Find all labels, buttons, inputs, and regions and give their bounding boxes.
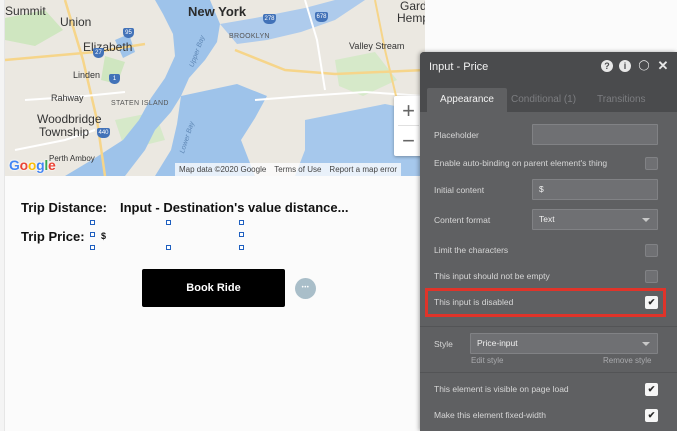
google-logo: Google	[9, 157, 56, 173]
map-label-brooklyn: BROOKLYN	[229, 33, 270, 40]
map-element[interactable]: Summit Union New York Hemp Garden Elizab…	[5, 0, 425, 176]
visible-on-load-label: This element is visible on page load	[434, 384, 569, 394]
resize-handle[interactable]	[166, 245, 171, 250]
map-zoom-control: + −	[394, 96, 423, 156]
map-label-valley-stream: Valley Stream	[349, 41, 405, 51]
limit-characters-checkbox[interactable]	[645, 244, 658, 257]
zoom-out-button[interactable]: −	[394, 126, 423, 155]
distance-value-text[interactable]: Input - Destination's value distance...	[120, 200, 348, 215]
content-format-select[interactable]: Text	[532, 209, 658, 230]
resize-handle[interactable]	[90, 232, 95, 237]
tab-conditional[interactable]: Conditional (1)	[511, 88, 576, 112]
map-label-linden: Linden	[73, 70, 101, 80]
highway-shield-440: 440	[97, 128, 110, 138]
map-label-township: Township	[39, 125, 90, 139]
highway-shield-1: 1	[109, 74, 120, 84]
style-select[interactable]: Price-input	[470, 333, 658, 354]
content-format-label: Content format	[434, 215, 491, 225]
map-label-rahway: Rahway	[51, 93, 84, 103]
highway-shield-27: 27	[93, 48, 104, 58]
property-editor-panel: Input - Price ? i ◯ ✕ Appearance Conditi…	[420, 52, 677, 431]
chevron-down-icon	[642, 218, 650, 222]
trip-price-label: Trip Price:	[21, 229, 85, 244]
disabled-checkbox[interactable]: ✔	[645, 296, 658, 309]
edit-style-link[interactable]: Edit style	[471, 356, 503, 365]
not-empty-checkbox[interactable]	[645, 270, 658, 283]
map-label-perth-amboy: Perth Amboy	[49, 154, 95, 163]
highway-shield-278: 278	[263, 14, 276, 24]
placeholder-label: Placeholder	[434, 130, 479, 140]
report-error-link[interactable]: Report a map error	[325, 163, 401, 176]
resize-handle[interactable]	[239, 232, 244, 237]
visible-on-load-checkbox[interactable]: ✔	[645, 383, 658, 396]
map-attribution: Map data ©2020 Google Terms of Use Repor…	[175, 163, 402, 176]
section-divider	[420, 326, 677, 327]
map-label-elizabeth: Elizabeth	[83, 40, 133, 54]
limit-characters-label: Limit the characters	[434, 245, 509, 255]
terms-link[interactable]: Terms of Use	[270, 163, 325, 176]
resize-handle[interactable]	[90, 220, 95, 225]
not-empty-label: This input should not be empty	[434, 271, 550, 281]
map-data-credit: Map data ©2020 Google	[179, 165, 267, 174]
section-divider	[420, 372, 677, 373]
fixed-width-label: Make this element fixed-width	[434, 410, 546, 420]
map-label-staten-island: STATEN ISLAND	[111, 100, 169, 107]
placeholder-input[interactable]	[532, 124, 658, 145]
map-label-garden: Garden	[400, 0, 425, 13]
help-icon[interactable]: ?	[601, 60, 613, 72]
logo-letter: o	[19, 157, 29, 173]
style-value: Price-input	[477, 338, 518, 348]
info-icon[interactable]: i	[619, 60, 631, 72]
chevron-down-icon	[642, 342, 650, 346]
highway-shield-678: 678	[315, 12, 328, 22]
map-label-hemp: Hemp	[397, 11, 425, 25]
tab-appearance[interactable]: Appearance	[427, 88, 507, 112]
auto-binding-label: Enable auto-binding on parent element's …	[434, 158, 608, 168]
map-label-new-york: New York	[188, 4, 247, 19]
logo-letter: e	[47, 157, 56, 173]
map-label-summit: Summit	[5, 4, 46, 18]
resize-handle[interactable]	[90, 245, 95, 250]
resize-handle[interactable]	[239, 245, 244, 250]
tab-transitions[interactable]: Transitions	[597, 88, 646, 112]
map-label-woodbridge: Woodbridge	[37, 112, 102, 126]
initial-content-label: Initial content	[434, 185, 485, 195]
comment-icon[interactable]: ◯	[638, 60, 650, 72]
group-focus-icon[interactable]: •••	[295, 278, 316, 299]
disabled-label: This input is disabled	[434, 297, 514, 307]
remove-style-link[interactable]: Remove style	[603, 356, 651, 365]
zoom-in-button[interactable]: +	[394, 96, 423, 125]
fixed-width-checkbox[interactable]: ✔	[645, 409, 658, 422]
resize-handle[interactable]	[239, 220, 244, 225]
trip-distance-label: Trip Distance:	[21, 200, 107, 215]
logo-letter: G	[9, 157, 20, 173]
resize-handle[interactable]	[166, 220, 171, 225]
editor-header[interactable]: Input - Price ? i ◯ ✕	[420, 52, 677, 82]
price-input-value: $	[101, 231, 107, 241]
style-label: Style	[434, 339, 453, 349]
initial-content-input[interactable]: $	[532, 179, 658, 200]
logo-letter: o	[27, 157, 37, 173]
map-label-union: Union	[60, 15, 92, 29]
content-format-value: Text	[539, 214, 555, 224]
highway-shield-95: 95	[123, 28, 134, 38]
editor-tabs: Appearance Conditional (1) Transitions	[420, 82, 677, 112]
auto-binding-checkbox[interactable]	[645, 157, 658, 170]
close-icon[interactable]: ✕	[657, 59, 669, 72]
editor-title: Input - Price	[429, 61, 489, 73]
book-ride-button[interactable]: Book Ride	[142, 269, 285, 307]
